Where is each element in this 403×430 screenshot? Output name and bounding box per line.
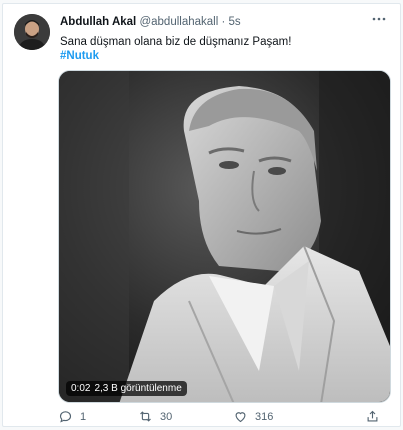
video-info-overlay: 0:02 2,3 B görüntülenme [66, 381, 187, 396]
like-count: 316 [255, 410, 274, 423]
author-name[interactable]: Abdullah Akal [60, 16, 136, 28]
tweet-time[interactable]: 5s [229, 16, 241, 28]
retweet-button[interactable]: 30 [138, 409, 172, 424]
tweet-card[interactable]: Abdullah Akal @abdullahakall · 5s Sana d… [2, 3, 401, 427]
retweet-count: 30 [160, 410, 173, 423]
heart-icon [235, 412, 246, 423]
like-button[interactable]: 316 [233, 409, 273, 424]
reply-button[interactable]: 1 [58, 409, 86, 424]
video-player[interactable]: 0:02 2,3 B görüntülenme [58, 70, 391, 403]
avatar[interactable] [14, 14, 50, 50]
author-handle[interactable]: @abdullahakall [139, 16, 218, 28]
tweet-header: Abdullah Akal @abdullahakall · 5s [60, 16, 241, 28]
tweet-text: Sana düşman olana biz de düşmanız Paşam! [60, 36, 292, 48]
hashtag-link[interactable]: #Nutuk [60, 49, 99, 64]
share-icon [367, 410, 378, 422]
share-button[interactable] [365, 409, 380, 424]
retweet-icon [140, 411, 151, 422]
video-frame [59, 71, 390, 402]
reply-count: 1 [80, 410, 87, 423]
video-duration: 0:02 [71, 383, 91, 394]
reply-icon [59, 411, 72, 423]
tweet-actions: 1 30 316 [58, 409, 391, 427]
video-view-count: 2,3 B görüntülenme [94, 383, 182, 394]
separator-dot: · [221, 16, 226, 28]
more-icon[interactable] [368, 11, 390, 27]
